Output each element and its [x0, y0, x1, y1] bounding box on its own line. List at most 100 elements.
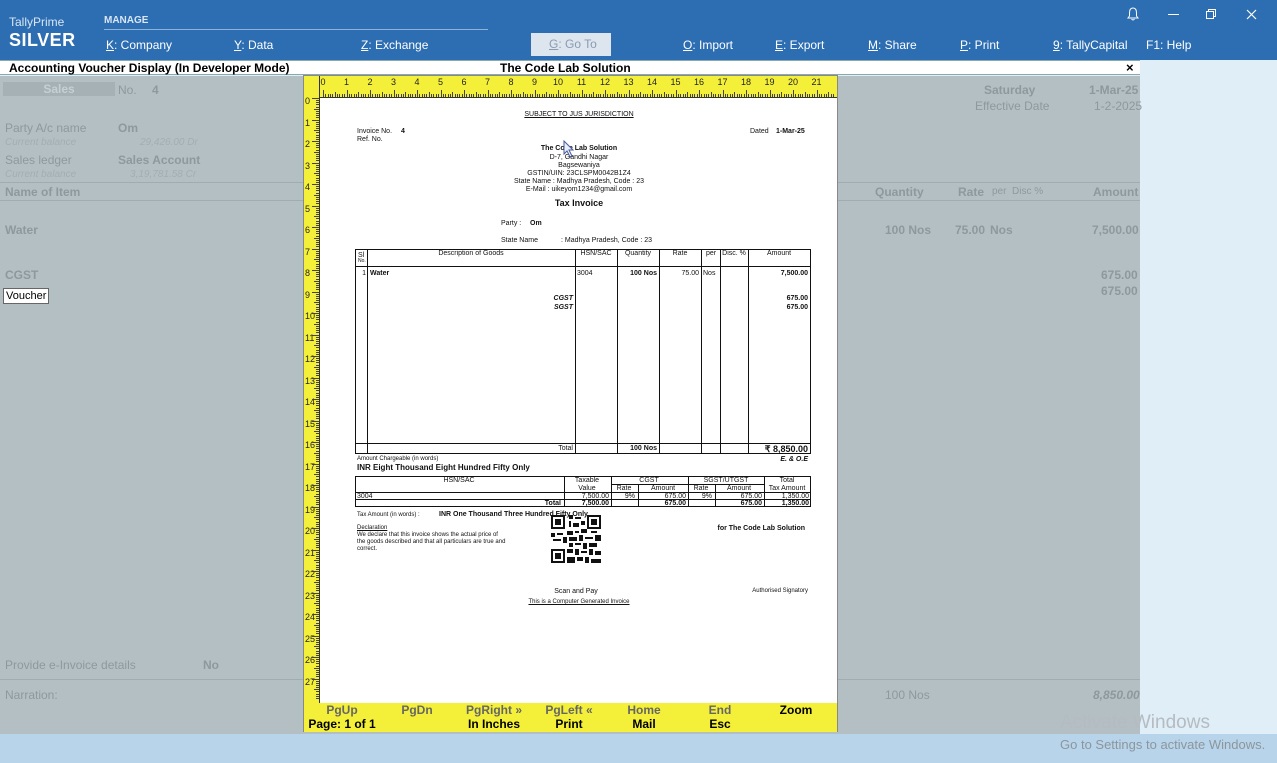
party-balance-label: Current balance [5, 137, 77, 148]
pgleft-button[interactable]: PgLeft « [545, 703, 592, 717]
ruler-tick [312, 270, 319, 271]
minimize-icon[interactable] [1168, 14, 1180, 16]
ruler-tick [384, 94, 386, 97]
ruler-tick [560, 94, 562, 97]
ruler-tick [738, 94, 740, 97]
ruler-tick [316, 530, 319, 532]
ruler-tick [316, 502, 319, 504]
ruler-tick [823, 94, 825, 97]
ruler-tick [508, 94, 510, 97]
total-qty: 100 Nos [630, 445, 657, 452]
ruler-tick [316, 676, 319, 678]
pgright-button[interactable]: PgRight » [466, 703, 522, 717]
tax-row-total: 1,350.00 [781, 493, 809, 500]
company-address1: D-7, Gandhi Nagar [549, 154, 609, 161]
menu-exchange[interactable]: Z: Exchange [361, 38, 428, 52]
pgup-button[interactable]: PgUp [326, 703, 357, 717]
ruler-tick [616, 92, 618, 97]
ruler-tick [431, 94, 433, 97]
menu-data[interactable]: Y: Data [234, 38, 273, 52]
print-button[interactable]: Print [555, 717, 582, 731]
ruler-tick [314, 689, 319, 691]
ruler-tick [316, 362, 319, 364]
ruler-tick [407, 94, 409, 97]
ruler-tick [312, 463, 319, 465]
ruler-tick [386, 94, 388, 97]
ruler-top-label: 5 [437, 77, 444, 87]
ruler-tick [316, 396, 319, 398]
tax-col-total2: Tax Amount [768, 485, 806, 492]
dated-value: 1-Mar-25 [776, 128, 805, 135]
ruler-tick [748, 94, 750, 97]
row-hsn: 3004 [577, 270, 593, 277]
menu-import[interactable]: O: Import [683, 38, 733, 52]
ruler-tick [494, 94, 496, 97]
ruler-tick [762, 94, 764, 97]
ruler-tick [605, 90, 606, 97]
ruler-tick [424, 94, 426, 97]
ruler-tick [776, 94, 778, 97]
einvoice-label: Provide e-Invoice details [5, 658, 136, 672]
menu-print[interactable]: P: Print [960, 38, 999, 52]
tax-total-cgst: 675.00 [664, 500, 686, 507]
ruler-tick [767, 94, 769, 97]
item-amount: 7,500.00 [1092, 223, 1139, 237]
esc-button[interactable]: Esc [709, 717, 730, 731]
ruler-tick [316, 566, 319, 568]
menu-share[interactable]: M: Share [868, 38, 917, 52]
ruler-tick [435, 94, 437, 97]
ruler-tick [316, 637, 319, 639]
pgdn-button[interactable]: PgDn [401, 703, 432, 717]
end-button[interactable]: End [709, 703, 732, 717]
close-window-icon[interactable] [1246, 9, 1257, 20]
ruler-top-label: 12 [599, 77, 611, 87]
mail-button[interactable]: Mail [632, 717, 655, 731]
ruler-tick [828, 92, 830, 97]
total-amount: ₹ 8,850.00 [764, 444, 808, 454]
ruler-tick [511, 90, 512, 97]
ruler-tick [433, 94, 435, 97]
ruler-tick [316, 315, 319, 317]
ruler-tick [316, 616, 319, 618]
restore-icon[interactable] [1206, 9, 1217, 20]
zoom-button[interactable]: Zoom [780, 703, 813, 717]
dated-label: Dated [750, 128, 769, 135]
in-inches-button[interactable]: In Inches [468, 717, 520, 731]
ruler-tick [316, 472, 319, 474]
ruler-tick [316, 203, 319, 205]
menu-help[interactable]: F1: Help [1146, 38, 1191, 52]
ruler-tick [316, 186, 319, 188]
ruler-tick [670, 94, 672, 97]
ruler-tick [316, 364, 319, 366]
menu-tallycapital[interactable]: 9: TallyCapital [1053, 38, 1128, 52]
ruler-tick [312, 399, 319, 400]
ruler-tick [809, 94, 811, 97]
row-desc: Water [370, 270, 390, 277]
ruler-tick [590, 94, 592, 97]
ruler-tick [550, 94, 552, 97]
ruler-tick [609, 94, 611, 97]
ruler-tick [314, 173, 319, 175]
ruler-tick [365, 94, 367, 97]
ruler-tick [337, 94, 339, 97]
ruler-tick [398, 94, 400, 97]
home-button[interactable]: Home [627, 703, 660, 717]
ruler-top-label: 7 [484, 77, 491, 87]
ruler-tick [314, 151, 319, 153]
ruler-tick [666, 94, 668, 97]
cgst-label: CGST [5, 268, 39, 282]
menu-export[interactable]: E: Export [775, 38, 824, 52]
menu-company[interactable]: K: Company [106, 38, 172, 52]
company-address2: Bagsewaniya [558, 162, 600, 169]
ruler-tick [654, 94, 656, 97]
ruler-tick [316, 113, 319, 115]
tax-col-total1: Total [779, 477, 795, 484]
ruler-tick [701, 94, 703, 97]
menu-goto[interactable]: G: Go To [531, 33, 611, 56]
einvoice-value: No [203, 658, 219, 672]
ruler-tick [312, 227, 319, 228]
close-screen-icon[interactable]: × [1126, 60, 1134, 75]
ruler-tick [316, 252, 319, 254]
notification-bell-icon[interactable] [1127, 7, 1139, 21]
ruler-tick [316, 308, 319, 310]
